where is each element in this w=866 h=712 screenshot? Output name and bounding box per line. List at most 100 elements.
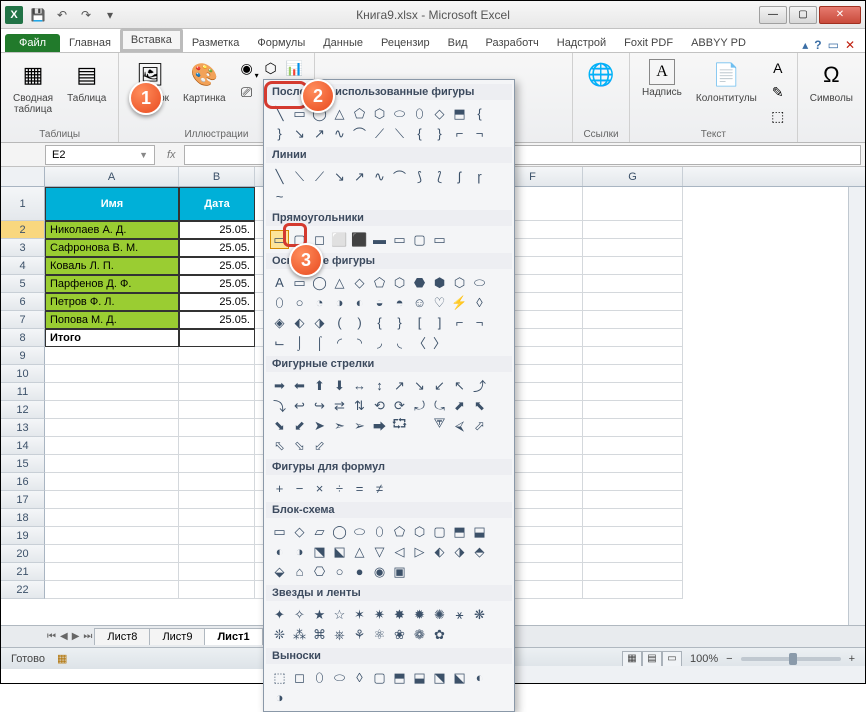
shape-item[interactable]: ▢ xyxy=(370,668,389,687)
shape-item[interactable]: ➢ xyxy=(350,416,369,435)
shape-item[interactable]: ↘ xyxy=(330,167,349,186)
shape-item[interactable]: ⬯ xyxy=(370,522,389,541)
shape-item[interactable]: ○ xyxy=(290,293,309,312)
row-header[interactable]: 16 xyxy=(1,473,45,491)
sheet-nav-first[interactable]: ⏮ xyxy=(45,631,58,642)
shape-item[interactable]: ▣ xyxy=(390,562,409,581)
row-header[interactable]: 7 xyxy=(1,311,45,329)
shape-item[interactable]: ▷ xyxy=(410,542,429,561)
cell-date[interactable]: 25.05. xyxy=(179,221,255,239)
shape-item[interactable]: ⬊ xyxy=(270,416,289,435)
shape-item[interactable]: ▱ xyxy=(310,522,329,541)
shape-item[interactable]: ⬯ xyxy=(270,293,289,312)
shape-item[interactable]: ◜ xyxy=(330,333,349,352)
shape-item[interactable]: ⬒ xyxy=(450,522,469,541)
shape-item[interactable]: ⚛ xyxy=(370,625,389,644)
shape-item[interactable]: [ xyxy=(410,313,429,332)
object-button[interactable]: ⬚ xyxy=(767,105,789,127)
shape-item[interactable]: ⌐ xyxy=(450,124,469,143)
shape-item[interactable]: ) xyxy=(350,313,369,332)
shape-item[interactable]: ❊ xyxy=(270,625,289,644)
wordart-button[interactable]: A xyxy=(767,57,789,79)
signature-button[interactable]: ✎ xyxy=(767,81,789,103)
header-footer-button[interactable]: 📄 Колонтитулы xyxy=(692,57,761,106)
shape-item[interactable]: ⬓ xyxy=(470,522,489,541)
shape-item[interactable]: ⬭ xyxy=(390,104,409,123)
row-header[interactable]: 13 xyxy=(1,419,45,437)
shape-item[interactable]: ⤵ xyxy=(270,396,289,415)
shape-item[interactable]: ⬜ xyxy=(330,230,349,249)
shape-item[interactable]: ▭ xyxy=(430,230,449,249)
textbox-button[interactable]: A Надпись xyxy=(638,57,686,100)
shape-item[interactable]: ⬠ xyxy=(390,522,409,541)
cell-name[interactable]: Петров Ф. Л. xyxy=(45,293,179,311)
hyperlink-button[interactable]: 🌐 xyxy=(581,57,621,95)
shape-item[interactable]: ~ xyxy=(270,187,289,206)
cell-name[interactable]: Попова М. Д. xyxy=(45,311,179,329)
view-pagebreak[interactable]: ▭ xyxy=(662,651,682,667)
shape-item[interactable]: ▭ xyxy=(270,230,289,249)
cell-total-label[interactable]: Итого xyxy=(45,329,179,347)
shape-item[interactable]: ⬯ xyxy=(410,104,429,123)
shape-item[interactable]: ⟋ xyxy=(370,124,389,143)
smartart-button[interactable]: ⬡ xyxy=(260,57,282,79)
shape-item[interactable]: ╲ xyxy=(270,104,289,123)
shape-item[interactable]: ⌡ xyxy=(290,333,309,352)
zoom-out[interactable]: − xyxy=(726,653,732,665)
shape-item[interactable]: ≠ xyxy=(370,479,389,498)
shape-item[interactable]: ⬔ xyxy=(430,668,449,687)
undo-icon[interactable]: ↶ xyxy=(51,4,73,26)
shape-item[interactable]: ⬒ xyxy=(450,104,469,123)
maximize-button[interactable]: ▢ xyxy=(789,6,817,24)
header-cell-date[interactable]: Дата xyxy=(179,187,255,221)
qat-more-icon[interactable]: ▾ xyxy=(99,4,121,26)
row-header[interactable]: 12 xyxy=(1,401,45,419)
row-header[interactable]: 6 xyxy=(1,293,45,311)
shape-item[interactable]: ↕ xyxy=(370,376,389,395)
shape-item[interactable]: { xyxy=(410,124,429,143)
shape-item[interactable]: ⌐ xyxy=(450,313,469,332)
row-header[interactable]: 3 xyxy=(1,239,45,257)
shape-item[interactable]: ✹ xyxy=(410,605,429,624)
shape-item[interactable]: ✷ xyxy=(370,605,389,624)
row-header[interactable]: 9 xyxy=(1,347,45,365)
shape-item[interactable]: ➣ xyxy=(330,416,349,435)
inner-close-icon[interactable]: ✕ xyxy=(845,38,855,52)
macro-icon[interactable]: ▦ xyxy=(57,652,67,665)
vertical-scrollbar[interactable] xyxy=(848,187,865,625)
shape-item[interactable]: ⇅ xyxy=(350,396,369,415)
shape-item[interactable]: ⬠ xyxy=(370,273,389,292)
shape-item[interactable]: ⌘ xyxy=(310,625,329,644)
shape-item[interactable]: ● xyxy=(350,562,369,581)
shape-item[interactable]: ⮕ xyxy=(370,416,389,435)
shape-item[interactable]: ⟆ xyxy=(410,167,429,186)
shape-item[interactable]: ◯ xyxy=(330,522,349,541)
shape-item[interactable]: ▭ xyxy=(270,522,289,541)
shape-item[interactable]: ⟲ xyxy=(370,396,389,415)
shape-item[interactable]: ↗ xyxy=(310,124,329,143)
tab-addins[interactable]: Надстрой xyxy=(548,33,615,52)
shape-item[interactable]: ✸ xyxy=(390,605,409,624)
shape-item[interactable]: △ xyxy=(330,273,349,292)
cell-name[interactable]: Сафронова В. М. xyxy=(45,239,179,257)
shape-item[interactable]: ⌒ xyxy=(390,167,409,186)
tab-developer[interactable]: Разработч xyxy=(477,33,548,52)
shape-item[interactable]: ⬈ xyxy=(450,396,469,415)
shape-item[interactable]: ⌒ xyxy=(350,124,369,143)
shape-item[interactable]: ◻ xyxy=(290,668,309,687)
shape-item[interactable]: ⮗ xyxy=(430,416,449,435)
shape-item[interactable]: ⮖ xyxy=(410,416,429,435)
shape-item[interactable]: ⬚ xyxy=(270,668,289,687)
shape-item[interactable]: ✶ xyxy=(350,605,369,624)
shape-item[interactable]: = xyxy=(350,479,369,498)
shape-item[interactable]: × xyxy=(310,479,329,498)
row-header[interactable]: 19 xyxy=(1,527,45,545)
sheet-nav-prev[interactable]: ◀ xyxy=(58,631,70,642)
shape-item[interactable]: ◁ xyxy=(390,542,409,561)
shapes-button[interactable]: ◉▾ xyxy=(236,57,258,79)
row-header[interactable]: 4 xyxy=(1,257,45,275)
sheet-tab[interactable]: Лист8 xyxy=(94,628,150,645)
minimize-ribbon-icon[interactable]: ▴ xyxy=(802,38,808,52)
shape-item[interactable]: ⁂ xyxy=(290,625,309,644)
tab-view[interactable]: Вид xyxy=(439,33,477,52)
